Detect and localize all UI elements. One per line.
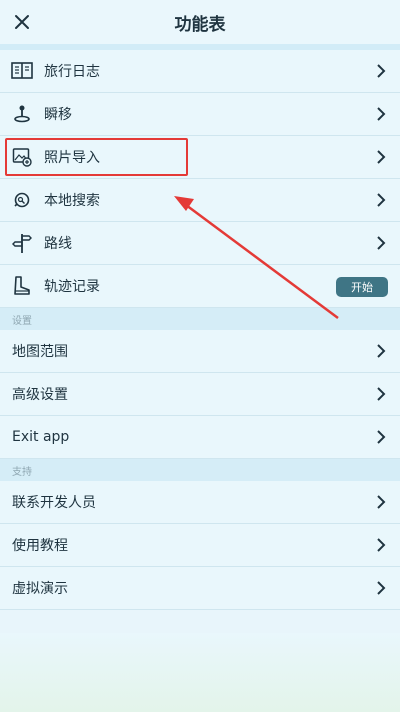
chevron-right-icon [377, 107, 386, 121]
support-menu: 联系开发人员 使用教程 虚拟演示 [0, 481, 400, 610]
menu-item-label: 旅行日志 [44, 64, 100, 80]
section-header-support: 支持 [0, 459, 400, 481]
menu-item-label: 高级设置 [12, 387, 68, 403]
menu-item-route[interactable]: 路线 [0, 222, 400, 265]
journal-icon [10, 59, 34, 83]
boot-icon [10, 274, 34, 298]
feature-menu: 旅行日志 瞬移 照片导入 本地搜索 路线 轨迹记录 开始 [0, 50, 400, 308]
photo-import-icon [10, 145, 34, 169]
start-recording-button[interactable]: 开始 [336, 277, 388, 297]
menu-item-label: 照片导入 [44, 150, 100, 166]
menu-item-label: 虚拟演示 [12, 581, 68, 597]
joystick-icon [10, 102, 34, 126]
section-header-settings: 设置 [0, 308, 400, 330]
chevron-right-icon [377, 344, 386, 358]
menu-item-label: 瞬移 [44, 107, 72, 123]
menu-item-travel-log[interactable]: 旅行日志 [0, 50, 400, 93]
close-icon[interactable] [10, 10, 34, 34]
chevron-right-icon [377, 430, 386, 444]
empty-area [0, 633, 400, 712]
signpost-icon [10, 231, 34, 255]
menu-item-label: 本地搜索 [44, 193, 100, 209]
menu-item-label: 使用教程 [12, 538, 68, 554]
menu-item-label: 轨迹记录 [44, 279, 100, 295]
menu-item-label: 地图范围 [12, 344, 68, 360]
menu-item-map-range[interactable]: 地图范围 [0, 330, 400, 373]
chevron-right-icon [377, 193, 386, 207]
menu-item-label: Exit app [12, 429, 70, 445]
chevron-right-icon [377, 495, 386, 509]
menu-item-teleport[interactable]: 瞬移 [0, 93, 400, 136]
chevron-right-icon [377, 150, 386, 164]
menu-item-local-search[interactable]: 本地搜索 [0, 179, 400, 222]
menu-item-photo-import[interactable]: 照片导入 [0, 136, 400, 179]
settings-menu: 地图范围 高级设置 Exit app [0, 330, 400, 459]
menu-item-advanced-settings[interactable]: 高级设置 [0, 373, 400, 416]
menu-item-label: 路线 [44, 236, 72, 252]
menu-item-exit-app[interactable]: Exit app [0, 416, 400, 459]
chevron-right-icon [377, 64, 386, 78]
top-bar: 功能表 [0, 0, 400, 44]
menu-item-track-record: 轨迹记录 开始 [0, 265, 400, 308]
local-search-icon [10, 188, 34, 212]
chevron-right-icon [377, 538, 386, 552]
chevron-right-icon [377, 387, 386, 401]
menu-item-contact-developer[interactable]: 联系开发人员 [0, 481, 400, 524]
chevron-right-icon [377, 581, 386, 595]
menu-item-tutorial[interactable]: 使用教程 [0, 524, 400, 567]
menu-item-virtual-demo[interactable]: 虚拟演示 [0, 567, 400, 610]
menu-item-label: 联系开发人员 [12, 495, 96, 511]
page-title: 功能表 [174, 14, 226, 35]
chevron-right-icon [377, 236, 386, 250]
